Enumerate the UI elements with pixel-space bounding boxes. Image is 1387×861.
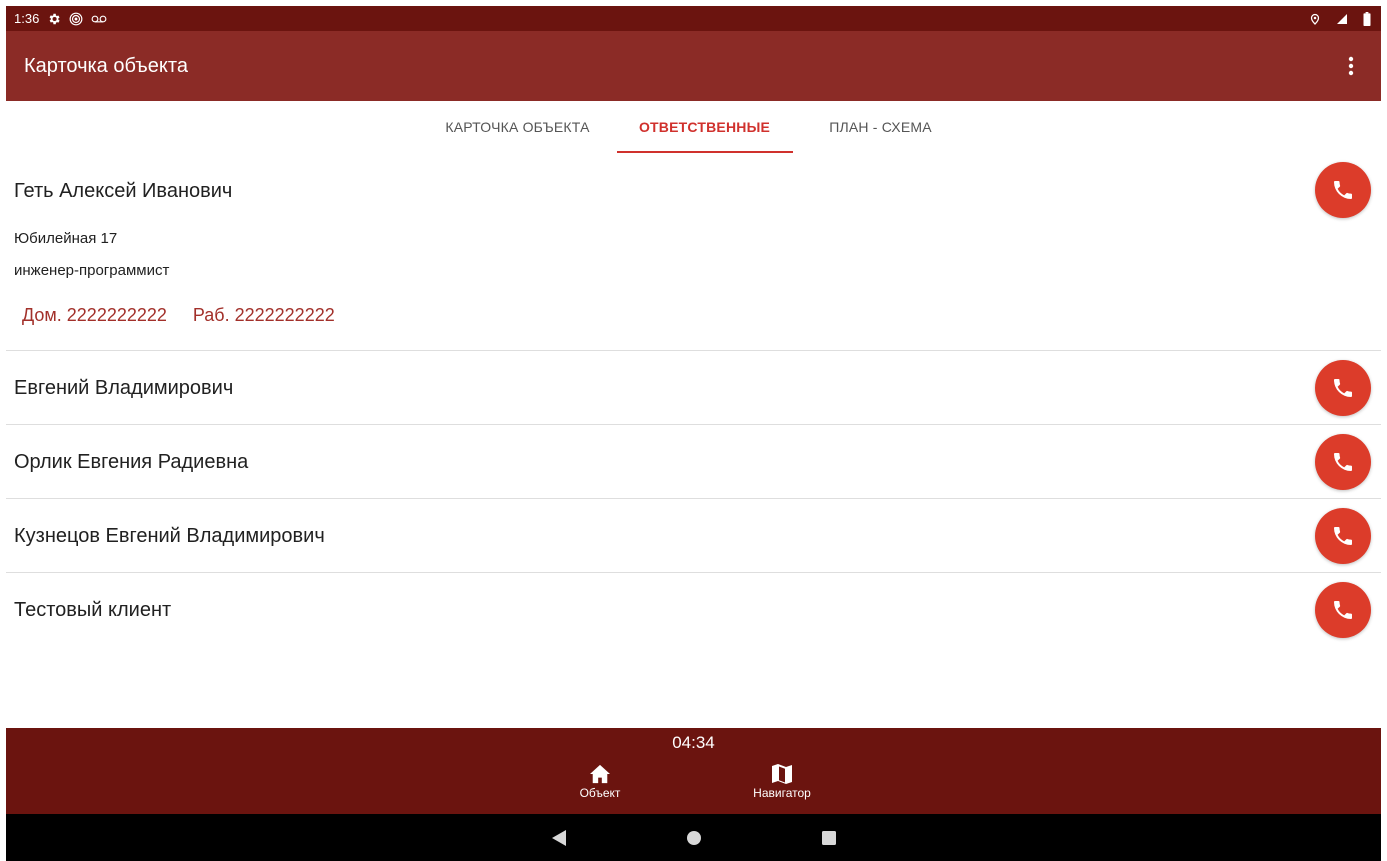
map-icon [727, 762, 837, 786]
list-item[interactable]: Евгений Владимирович [6, 351, 1381, 425]
list-item[interactable]: Тестовый клиент [6, 573, 1381, 646]
nav-object-label: Объект [579, 786, 621, 800]
more-vert-icon[interactable] [1339, 46, 1363, 86]
contact-name: Евгений Владимирович [14, 377, 234, 399]
home-circle-icon[interactable] [686, 830, 702, 846]
work-phone-link[interactable]: Раб. 2222222222 [193, 305, 335, 326]
phone-icon [1334, 601, 1352, 619]
contact-position: инженер-программист [14, 262, 170, 279]
tab-object-card[interactable]: КАРТОЧКА ОБЪЕКТА [419, 101, 617, 153]
contact-name: Орлик Евгения Радиевна [14, 451, 249, 473]
nav-navigator-label: Навигатор [753, 786, 811, 800]
phone-icon [1334, 527, 1352, 545]
battery-icon [1363, 11, 1371, 26]
status-time: 1:36 [14, 11, 40, 26]
contacts-list: Геть Алексей Иванович Юбилейная 17 инжен… [6, 153, 1381, 646]
back-icon[interactable] [551, 829, 566, 846]
voicemail-icon [91, 12, 107, 26]
contact-name: Тестовый клиент [14, 599, 172, 621]
contact-name: Кузнецов Евгений Владимирович [14, 525, 325, 547]
location-icon [1309, 12, 1321, 26]
signal-icon [1335, 13, 1349, 25]
call-button[interactable] [1315, 434, 1371, 490]
call-button[interactable] [1315, 360, 1371, 416]
nav-navigator[interactable]: Навигатор [727, 762, 837, 800]
hotspot-icon [69, 12, 83, 26]
app-frame: 1:36 Карточка объекта КАРТОЧКА ОБЪЕКТА О… [6, 6, 1381, 861]
recents-icon[interactable] [821, 830, 836, 845]
tab-responsible[interactable]: ОТВЕТСТВЕННЫЕ [616, 101, 793, 153]
gear-icon [47, 12, 61, 26]
home-icon [545, 762, 655, 786]
call-button[interactable] [1315, 162, 1371, 218]
bottom-navigation: 04:34 Объект Навигатор [6, 728, 1381, 814]
list-item[interactable]: Кузнецов Евгений Владимирович [6, 499, 1381, 573]
tab-plan-scheme[interactable]: ПЛАН - СХЕМА [793, 101, 969, 153]
app-title: Карточка объекта [24, 54, 188, 77]
tab-bar: КАРТОЧКА ОБЪЕКТА ОТВЕТСТВЕННЫЕ ПЛАН - СХ… [6, 101, 1381, 153]
contact-phones: Дом. 2222222222 Раб. 2222222222 [22, 305, 335, 326]
call-button[interactable] [1315, 508, 1371, 564]
session-timer: 04:34 [672, 733, 715, 752]
system-nav-bar [6, 814, 1381, 861]
home-phone-link[interactable]: Дом. 2222222222 [22, 305, 167, 326]
app-bar: Карточка объекта [6, 31, 1381, 101]
list-item[interactable]: Геть Алексей Иванович Юбилейная 17 инжен… [6, 153, 1381, 351]
contact-address: Юбилейная 17 [14, 230, 118, 247]
nav-object[interactable]: Объект [545, 762, 655, 800]
status-bar: 1:36 [6, 6, 1381, 31]
phone-icon [1334, 379, 1352, 397]
phone-icon [1334, 453, 1352, 471]
phone-icon [1334, 181, 1352, 199]
list-item[interactable]: Орлик Евгения Радиевна [6, 425, 1381, 499]
contact-name: Геть Алексей Иванович [14, 180, 233, 202]
call-button[interactable] [1315, 582, 1371, 638]
